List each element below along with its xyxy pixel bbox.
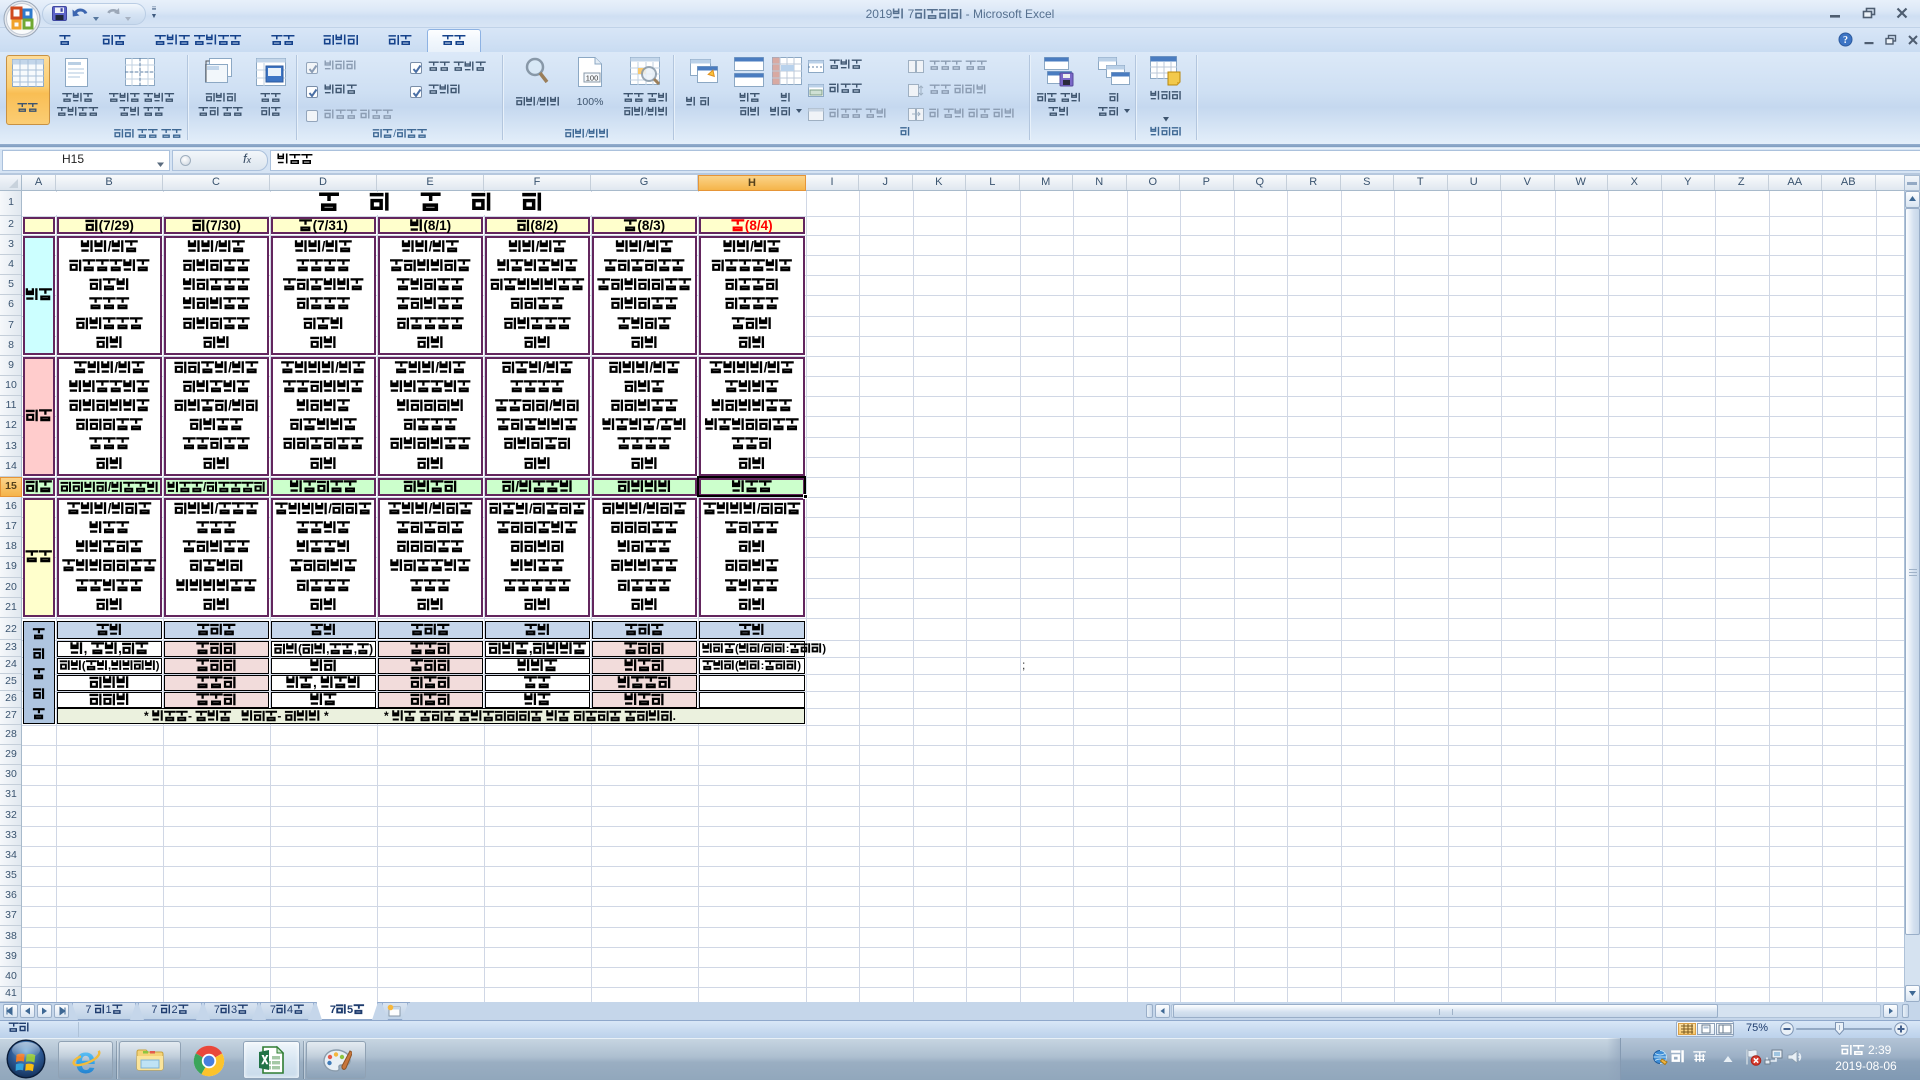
svg-text:?: ?	[1843, 35, 1848, 46]
svg-text:100: 100	[586, 74, 599, 83]
